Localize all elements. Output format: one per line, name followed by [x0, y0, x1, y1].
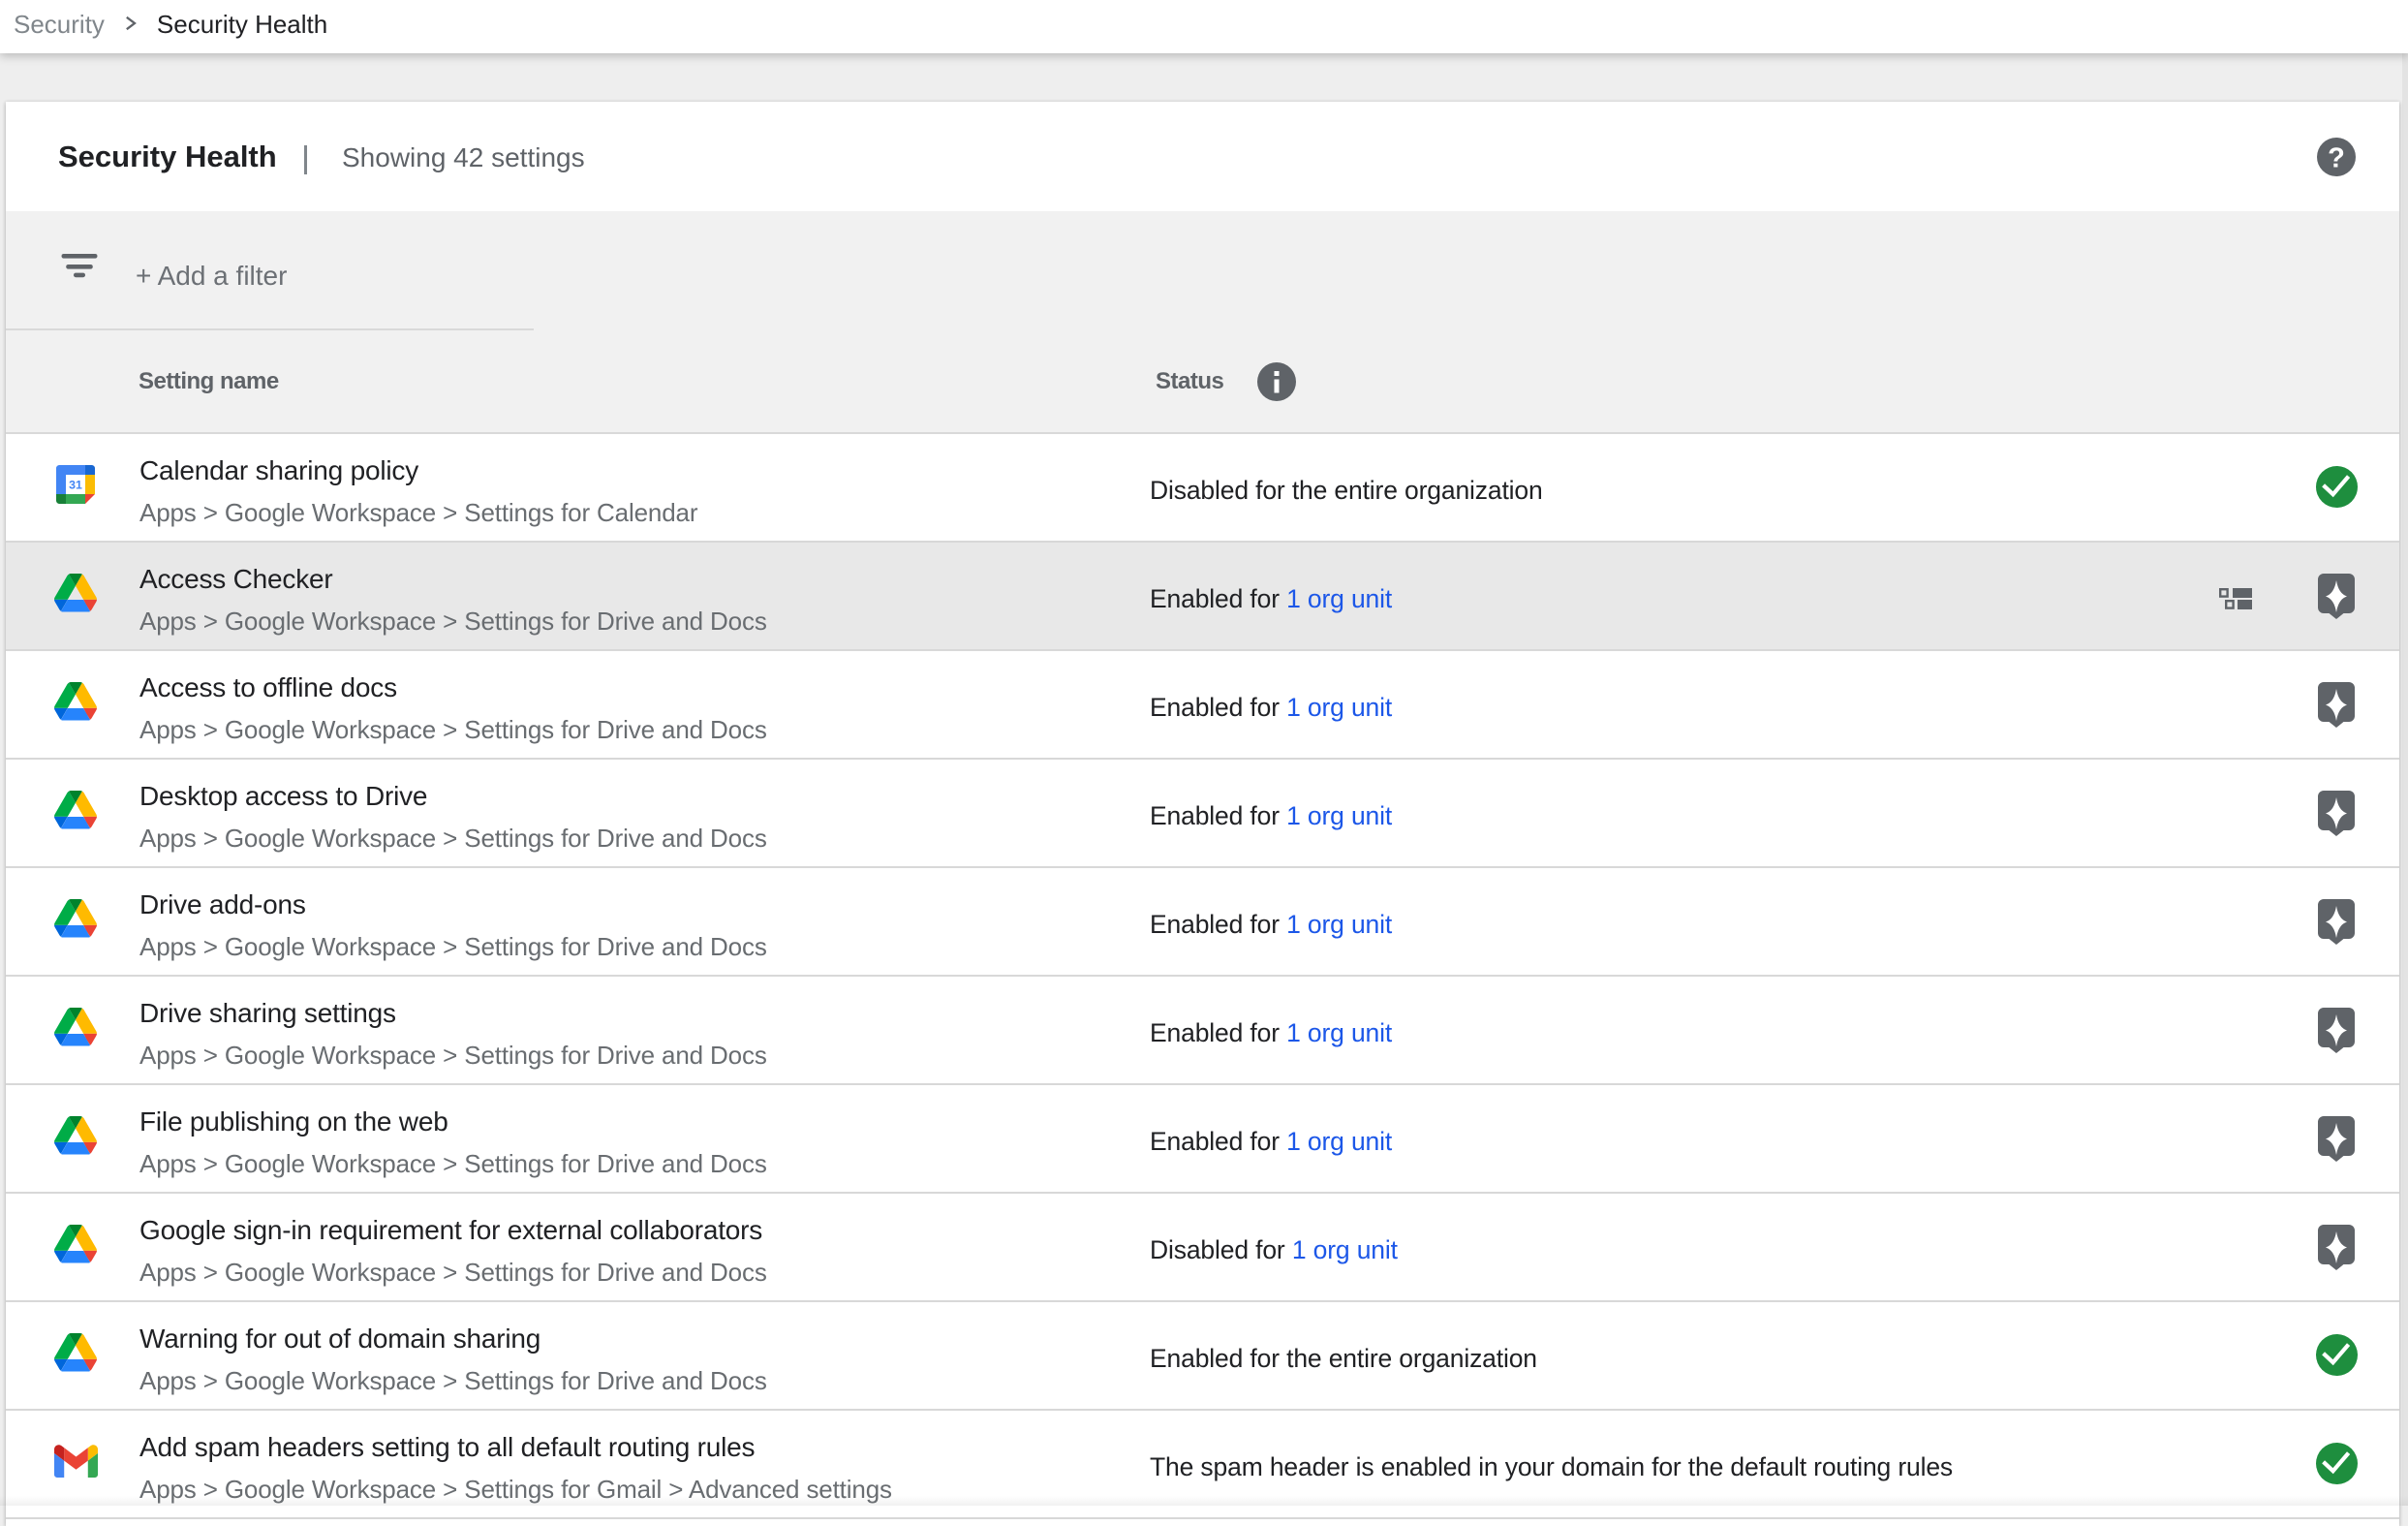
svg-text:?: ? [2328, 143, 2345, 174]
svg-text:31: 31 [69, 478, 82, 491]
